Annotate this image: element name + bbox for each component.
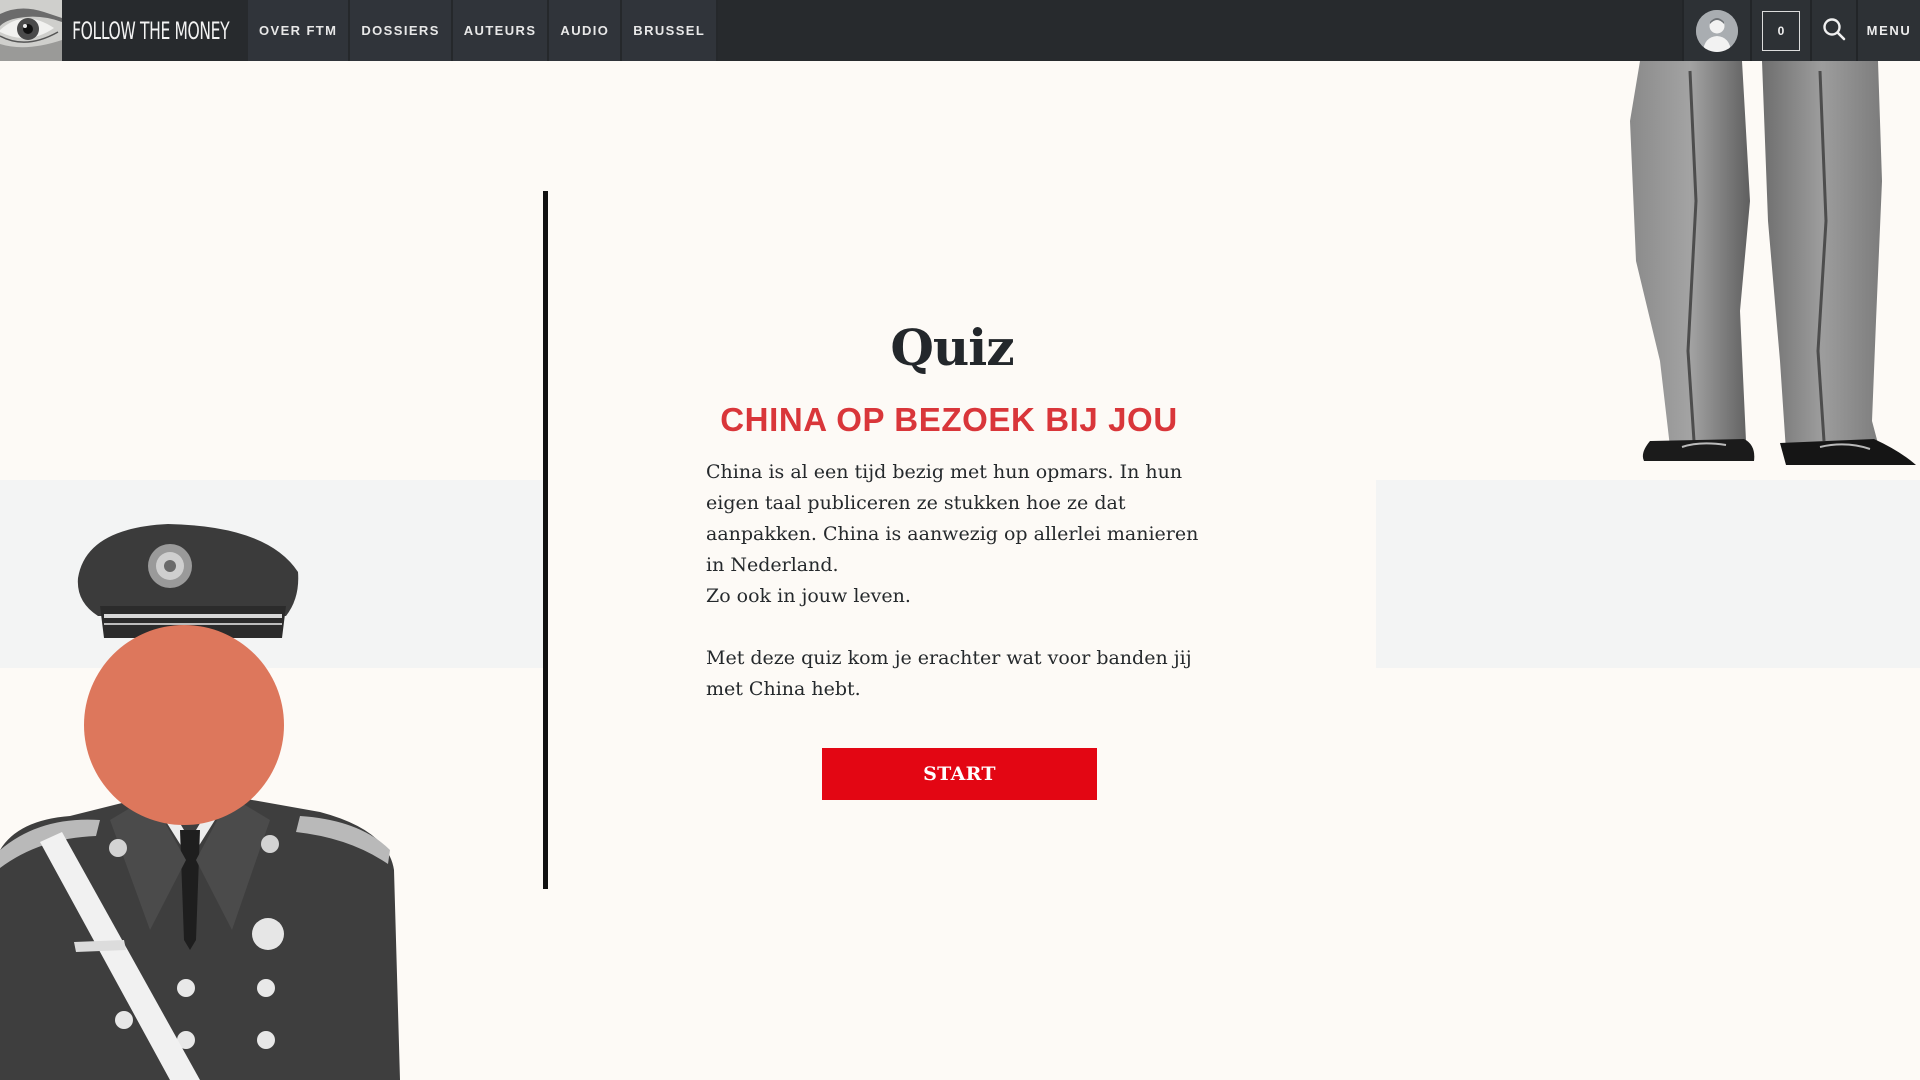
user-avatar-icon (1696, 9, 1738, 52)
page: FOLLOW THE MONEY OVER FTM DOSSIERS AUTEU… (0, 0, 1920, 1080)
logo-eye-icon[interactable] (0, 0, 62, 61)
officer-illustration (0, 520, 410, 1080)
nav-item-dossiers[interactable]: DOSSIERS (350, 0, 453, 61)
soldier-legs-illustration (1630, 61, 1920, 485)
nav-item-over-ftm[interactable]: OVER FTM (248, 0, 351, 61)
quiz-description: China is al een tijd bezig met hun opmar… (706, 457, 1206, 705)
nav-item-auteurs[interactable]: AUTEURS (452, 0, 550, 61)
start-button[interactable]: START (822, 748, 1097, 800)
header-tools: 0 MENU (1682, 0, 1920, 61)
search-icon (1822, 17, 1846, 45)
page-title: Quiz (890, 318, 1014, 377)
nav-item-brussel[interactable]: BRUSSEL (622, 0, 719, 61)
search-button[interactable] (1810, 0, 1856, 61)
description-paragraph: Zo ook in jouw leven. (706, 585, 911, 607)
main-nav: OVER FTM DOSSIERS AUTEURS AUDIO BRUSSEL (248, 0, 719, 61)
quiz-subtitle: CHINA OP BEZOEK BIJ JOU (720, 401, 1178, 438)
nav-item-audio[interactable]: AUDIO (549, 0, 623, 61)
cart-count: 0 (1762, 10, 1800, 51)
description-paragraph: Met deze quiz kom je erachter wat voor b… (706, 647, 1192, 700)
menu-button[interactable]: MENU (1856, 0, 1920, 61)
description-paragraph: China is al een tijd bezig met hun opmar… (706, 461, 1199, 576)
site-logo-text[interactable]: FOLLOW THE MONEY (62, 0, 230, 61)
background-band-right (1376, 480, 1920, 668)
cart-button[interactable]: 0 (1750, 0, 1810, 61)
account-button[interactable] (1682, 0, 1750, 61)
quiz-intro: Quiz CHINA OP BEZOEK BIJ JOU China is al… (706, 318, 1206, 705)
top-navigation-bar: FOLLOW THE MONEY OVER FTM DOSSIERS AUTEU… (0, 0, 1920, 61)
vertical-divider (543, 191, 548, 889)
